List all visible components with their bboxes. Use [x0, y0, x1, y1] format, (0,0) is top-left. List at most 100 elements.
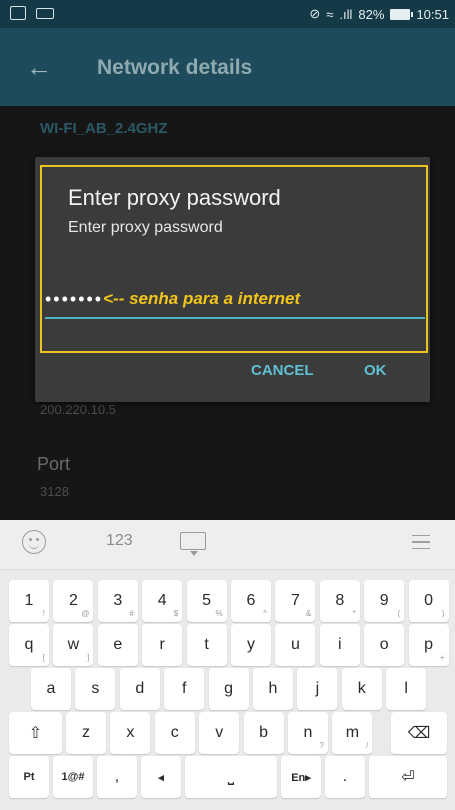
key-r[interactable]: r: [142, 624, 183, 666]
key-secondary-label: /: [366, 741, 369, 750]
key-secondary-label: (: [397, 609, 401, 618]
key-label: q: [24, 636, 34, 653]
key-4[interactable]: 4 $: [142, 580, 183, 622]
key-secondary-label: &: [306, 609, 312, 618]
cursor-left-key[interactable]: ◂: [141, 756, 181, 798]
key-label: f: [181, 680, 187, 697]
network-ssid: WI-FI_AB_2.4GHZ: [40, 120, 168, 137]
key-secondary-label: ^: [263, 609, 267, 618]
key-label: 1: [24, 592, 34, 609]
menu-icon[interactable]: [412, 535, 430, 549]
port-label: Port: [37, 454, 71, 474]
key-g[interactable]: g: [208, 668, 249, 710]
key-j[interactable]: j: [297, 668, 338, 710]
key-secondary-label: %: [215, 609, 223, 618]
page-title: Network details: [97, 56, 253, 79]
dialog-message: Enter proxy password: [68, 219, 223, 236]
language-pt-key[interactable]: Pt: [9, 756, 49, 798]
key-label: w: [67, 636, 80, 653]
key-n[interactable]: n?: [288, 712, 328, 754]
key-label: g: [224, 680, 234, 697]
numbers-mode-button[interactable]: 123: [106, 532, 133, 550]
password-masked-value: •••••••: [45, 288, 104, 309]
shift-key[interactable]: ⇧: [9, 712, 62, 754]
proxy-host-value: 200.220.10.5: [40, 402, 116, 417]
key-m[interactable]: m /: [332, 712, 373, 754]
key-8[interactable]: 8 *: [319, 580, 360, 622]
key-secondary-label: ): [441, 609, 445, 618]
backspace-key[interactable]: ⌫: [391, 712, 447, 754]
key-u[interactable]: u: [275, 624, 316, 666]
key-c[interactable]: c: [154, 712, 195, 754]
key-x[interactable]: x: [110, 712, 151, 754]
annotation-text: <-- senha para a internet: [103, 289, 301, 308]
key-label: b: [259, 724, 269, 741]
key-label: e: [113, 636, 123, 653]
key-label: t: [204, 636, 209, 653]
emoji-icon[interactable]: [22, 530, 46, 554]
key-label: .: [342, 768, 348, 785]
key-label: 7: [290, 592, 300, 609]
key-k[interactable]: k: [341, 668, 382, 710]
password-input[interactable]: ••••••• <-- senha para a internet: [45, 287, 427, 311]
key-9[interactable]: 9(: [364, 580, 405, 622]
key-f[interactable]: f: [164, 668, 205, 710]
key-secondary-label: *: [352, 609, 356, 618]
comma-key[interactable]: ,: [97, 756, 137, 798]
key-h[interactable]: h: [253, 668, 293, 710]
port-value: 3128: [40, 484, 69, 499]
key-i[interactable]: i: [319, 624, 360, 666]
key-label: 2: [68, 592, 78, 609]
key-6[interactable]: 6 ^: [231, 580, 271, 622]
key-v[interactable]: v: [199, 712, 240, 754]
keyboard-toolbar: 123: [0, 520, 455, 570]
key-label: j: [315, 680, 320, 697]
key-label: u: [290, 636, 300, 653]
keyboard-hide-icon[interactable]: [180, 532, 206, 556]
key-label: r: [159, 636, 165, 653]
key-label: v: [215, 724, 224, 741]
key-p[interactable]: p +: [408, 624, 449, 666]
key-s[interactable]: s: [75, 668, 116, 710]
period-key[interactable]: .: [325, 756, 365, 798]
key-q[interactable]: q[: [9, 624, 49, 666]
key-e[interactable]: e: [97, 624, 138, 666]
key-a[interactable]: a: [31, 668, 71, 710]
key-label: Pt: [23, 771, 35, 783]
clock: 10:51: [416, 6, 449, 22]
key-y[interactable]: y: [231, 624, 271, 666]
key-label: s: [91, 680, 100, 697]
keyboard-notification-icon: [36, 8, 54, 19]
key-3[interactable]: 3 #: [97, 580, 138, 622]
key-2[interactable]: 2 @: [53, 580, 94, 622]
space-key[interactable]: ⎵: [185, 756, 277, 798]
symbols-key[interactable]: 1@#: [53, 756, 93, 798]
cancel-button[interactable]: CANCEL: [251, 362, 314, 379]
key-label: ⏎: [401, 769, 415, 786]
key-o[interactable]: o: [364, 624, 405, 666]
arrow-left-icon[interactable]: ←: [26, 52, 52, 83]
battery-percent: 82%: [358, 6, 385, 22]
key-secondary-label: +: [439, 653, 445, 662]
key-label: 4: [157, 592, 167, 609]
key-label: x: [126, 724, 135, 741]
key-z[interactable]: z: [66, 712, 106, 754]
image-notification-icon: [10, 6, 26, 20]
language-en-key[interactable]: En▸: [281, 756, 321, 798]
enter-key[interactable]: ⏎: [369, 756, 447, 798]
key-w[interactable]: w]: [53, 624, 94, 666]
key-label: p: [424, 636, 434, 653]
key-label: ◂: [158, 771, 164, 784]
wifi-icon: ≈: [326, 6, 334, 22]
key-0[interactable]: 0): [408, 580, 449, 622]
key-b[interactable]: b: [243, 712, 284, 754]
key-t[interactable]: t: [186, 624, 227, 666]
ok-button[interactable]: OK: [364, 362, 387, 379]
key-l[interactable]: l: [386, 668, 427, 710]
key-d[interactable]: d: [119, 668, 160, 710]
key-5[interactable]: 5%: [186, 580, 227, 622]
key-label: n: [303, 724, 313, 741]
key-7[interactable]: 7 &: [275, 580, 316, 622]
key-label: 0: [424, 592, 434, 609]
key-1[interactable]: 1!: [9, 580, 49, 622]
